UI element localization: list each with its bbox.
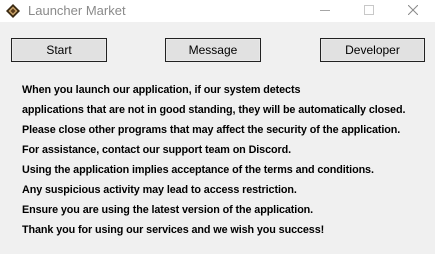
notice-line: For assistance, contact our support team… — [22, 144, 291, 156]
developer-button[interactable]: Developer — [320, 38, 425, 62]
notice-line: Using the application implies acceptance… — [22, 164, 374, 176]
notice-line: Please close other programs that may aff… — [22, 124, 401, 136]
notice-line: Ensure you are using the latest version … — [22, 204, 314, 216]
notice-line: Thank you for using our services and we … — [22, 224, 325, 236]
minimize-button[interactable] — [303, 0, 347, 22]
maximize-icon — [364, 2, 374, 20]
close-button[interactable] — [391, 0, 435, 22]
notice-line: When you launch our application, if our … — [22, 84, 301, 96]
notice-line: applications that are not in good standi… — [22, 104, 406, 116]
launcher-window: Launcher Market Start Message Developer … — [0, 0, 435, 254]
minimize-icon — [320, 2, 330, 20]
title-bar[interactable]: Launcher Market — [0, 0, 435, 22]
start-button[interactable]: Start — [11, 38, 107, 62]
notice-line: Any suspicious activity may lead to acce… — [22, 184, 297, 196]
diamond-logo-icon — [6, 4, 20, 18]
window-title: Launcher Market — [28, 3, 126, 18]
message-button[interactable]: Message — [165, 38, 261, 62]
maximize-button[interactable] — [347, 0, 391, 22]
close-icon — [407, 2, 419, 20]
